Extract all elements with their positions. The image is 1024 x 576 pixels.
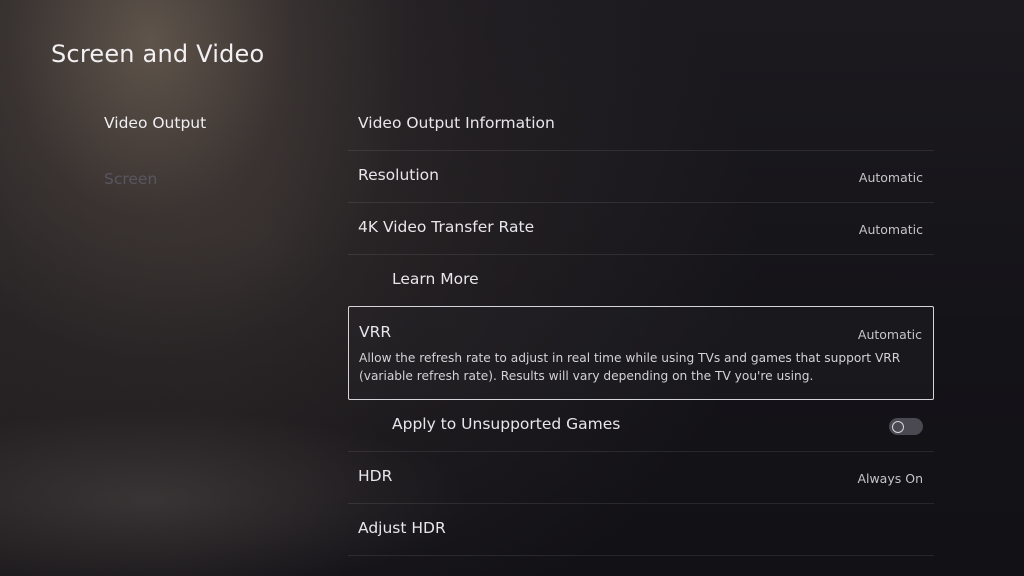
setting-label: Apply to Unsupported Games	[392, 415, 621, 433]
setting-apply-to-unsupported-games[interactable]: Apply to Unsupported Games	[348, 400, 934, 452]
setting-adjust-hdr[interactable]: Adjust HDR	[348, 504, 934, 556]
setting-label: Resolution	[358, 166, 439, 184]
setting-value: Automatic	[857, 327, 922, 342]
setting-value: Automatic	[858, 170, 923, 185]
setting-label: HDR	[358, 467, 393, 485]
setting-label: Learn More	[392, 270, 479, 288]
setting-value: Always On	[857, 471, 923, 486]
setting-label: 4K Video Transfer Rate	[358, 218, 535, 236]
setting-description: Allow the refresh rate to adjust in real…	[359, 351, 901, 383]
setting-label: VRR	[359, 323, 392, 341]
setting-4k-video-transfer-rate[interactable]: 4K Video Transfer Rate Automatic	[348, 203, 934, 255]
page-title: Screen and Video	[51, 40, 265, 68]
setting-value: Automatic	[858, 222, 923, 237]
setting-learn-more[interactable]: Learn More	[348, 255, 934, 307]
settings-list: Video Output Information Resolution Auto…	[348, 99, 934, 556]
setting-label: Video Output Information	[358, 114, 555, 132]
setting-hdr[interactable]: HDR Always On	[348, 452, 934, 504]
nav-item-screen[interactable]: Screen	[104, 170, 157, 188]
nav-item-video-output[interactable]: Video Output	[104, 114, 206, 132]
setting-vrr[interactable]: VRR Automatic Allow the refresh rate to …	[348, 306, 934, 400]
setting-label: Adjust HDR	[358, 519, 446, 537]
settings-screen: Screen and Video Video Output Screen Vid…	[0, 0, 1024, 576]
setting-resolution[interactable]: Resolution Automatic	[348, 151, 934, 203]
toggle-switch[interactable]	[889, 418, 923, 435]
toggle-knob	[892, 420, 904, 433]
setting-video-output-information[interactable]: Video Output Information	[348, 99, 934, 151]
